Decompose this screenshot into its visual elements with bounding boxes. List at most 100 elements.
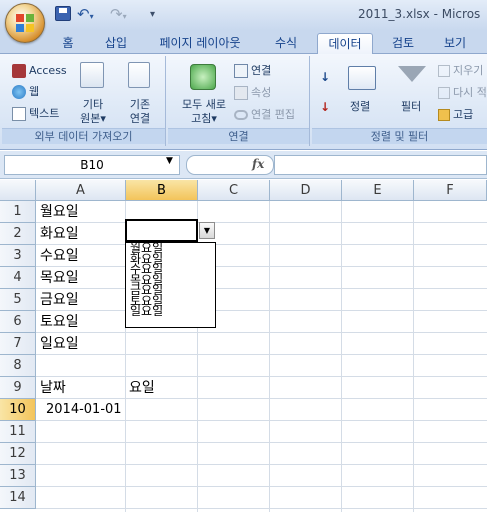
clear-filter-button[interactable]: 지우기	[438, 64, 483, 78]
grid-line	[36, 310, 487, 311]
row-header[interactable]: 5	[0, 289, 36, 311]
reapply-button[interactable]: 다시 적	[438, 86, 487, 100]
sort-dialog-icon	[348, 66, 376, 90]
existing-connections-button[interactable]: 기존 연결	[126, 98, 154, 126]
title-bar: ↶▾ ↷▾ ▾ 2011_3.xlsx - Micros	[0, 0, 487, 43]
grid-line	[36, 486, 487, 487]
tab-view[interactable]: 보기	[437, 33, 473, 54]
dropdown-option[interactable]: 일요일	[126, 305, 215, 316]
row-header[interactable]: 13	[0, 465, 36, 487]
column-header-b[interactable]: B	[126, 180, 198, 201]
window-title: 2011_3.xlsx - Micros	[358, 7, 481, 21]
cell-b9[interactable]: 요일	[129, 377, 155, 399]
grid-line	[413, 201, 414, 512]
row-header[interactable]: 9	[0, 377, 36, 399]
sort-button[interactable]: 정렬	[350, 100, 370, 114]
other-sources-button[interactable]: 기타 원본▾	[78, 98, 108, 126]
row-header[interactable]: 11	[0, 421, 36, 443]
cell-a6[interactable]: 토요일	[40, 311, 79, 333]
office-logo-icon	[16, 14, 35, 33]
tab-review[interactable]: 검토	[385, 33, 421, 54]
text-button[interactable]: 텍스트	[12, 107, 59, 121]
tab-data[interactable]: 데이터	[317, 33, 373, 54]
clear-icon	[438, 65, 450, 77]
group-label-sort-filter: 정렬 및 필터	[312, 128, 487, 144]
access-icon	[12, 64, 26, 78]
dropdown-arrow-icon[interactable]: ▼	[199, 222, 215, 239]
connections-button[interactable]: 연결	[234, 64, 271, 78]
cell-a9[interactable]: 날짜	[40, 377, 66, 399]
insert-function-icon[interactable]: fx	[252, 157, 264, 171]
group-label-external: 외부 데이터 가져오기	[2, 128, 165, 144]
grid-line	[36, 244, 487, 245]
advanced-filter-icon	[438, 109, 450, 121]
filter-button[interactable]: 필터	[401, 100, 421, 114]
undo-button[interactable]: ↶▾	[77, 6, 105, 24]
cell-a5[interactable]: 금요일	[40, 289, 79, 311]
properties-icon	[234, 86, 248, 100]
row-header[interactable]: 8	[0, 355, 36, 377]
row-header[interactable]: 1	[0, 201, 36, 223]
group-external-data: Access 웹 텍스트 기타 원본▾ 기존 연결 외부 데이터 가져오기	[2, 56, 166, 146]
column-header-a[interactable]: A	[36, 180, 126, 201]
cell-a1[interactable]: 월요일	[40, 201, 79, 223]
reapply-icon	[438, 87, 450, 99]
connections-icon	[234, 64, 248, 78]
row-header[interactable]: 4	[0, 267, 36, 289]
row-header-selected[interactable]: 10	[0, 399, 36, 421]
customize-qat-icon[interactable]: ▾	[150, 6, 164, 24]
column-header-c[interactable]: C	[198, 180, 270, 201]
refresh-all-icon	[190, 64, 216, 90]
cell-a3[interactable]: 수요일	[40, 245, 79, 267]
column-header-e[interactable]: E	[342, 180, 414, 201]
cell-a7[interactable]: 일요일	[40, 333, 79, 355]
row-header[interactable]: 12	[0, 443, 36, 465]
column-header-f[interactable]: F	[414, 180, 487, 201]
tab-page-layout[interactable]: 페이지 레이아웃	[150, 33, 250, 54]
sort-za-icon: ↓	[320, 100, 331, 114]
edit-links-button[interactable]: 연결 편집	[234, 108, 295, 122]
formula-input[interactable]	[274, 155, 487, 175]
cell-a4[interactable]: 목요일	[40, 267, 79, 289]
grid-line	[36, 376, 487, 377]
select-all-corner[interactable]	[0, 180, 36, 201]
access-button[interactable]: Access	[12, 64, 67, 78]
existing-connections-icon	[128, 62, 150, 88]
properties-button[interactable]: 속성	[234, 86, 271, 100]
redo-button[interactable]: ↷▾	[110, 6, 138, 24]
formula-bar: B10 ▼ fx	[0, 151, 487, 179]
advanced-filter-button[interactable]: 고급	[438, 108, 473, 122]
grid-line	[36, 288, 487, 289]
active-cell-b10[interactable]	[125, 219, 198, 242]
cell-a2[interactable]: 화요일	[40, 223, 79, 245]
grid-line	[341, 201, 342, 512]
sort-az-icon: ↓	[320, 70, 331, 84]
worksheet-grid[interactable]: A B C D E F 1 2 3 4 5 6 7 8 9 10 11 12 1…	[0, 180, 487, 512]
name-box-dropdown-icon[interactable]: ▼	[166, 156, 173, 166]
save-icon[interactable]	[55, 6, 71, 21]
sort-za-button[interactable]: ↓	[320, 100, 330, 114]
tab-formulas[interactable]: 수식	[266, 33, 306, 54]
web-icon	[12, 85, 26, 99]
tab-insert[interactable]: 삽입	[96, 33, 136, 54]
grid-line	[36, 222, 487, 223]
office-button[interactable]	[5, 3, 45, 43]
web-button[interactable]: 웹	[12, 85, 39, 99]
ribbon-tabs: 홈 삽입 페이지 레이아웃 수식 데이터 검토 보기	[0, 31, 487, 54]
filter-icon	[398, 66, 426, 82]
refresh-all-button[interactable]: 모두 새로 고침▾	[176, 98, 232, 126]
row-header[interactable]: 2	[0, 223, 36, 245]
cell-a10[interactable]: 2014-01-01	[46, 399, 122, 421]
grid-line	[36, 266, 487, 267]
link-icon	[234, 110, 248, 120]
sort-az-button[interactable]: ↓	[320, 70, 330, 84]
row-header[interactable]: 6	[0, 311, 36, 333]
grid-line	[36, 508, 487, 509]
column-header-d[interactable]: D	[270, 180, 342, 201]
tab-home[interactable]: 홈	[53, 33, 83, 54]
name-box[interactable]: B10	[4, 155, 180, 175]
row-header[interactable]: 3	[0, 245, 36, 267]
row-header[interactable]: 14	[0, 487, 36, 509]
validation-dropdown-list[interactable]: 월요일 화요일 수요일 목요일 금요일 토요일 일요일	[125, 242, 216, 328]
row-header[interactable]: 7	[0, 333, 36, 355]
